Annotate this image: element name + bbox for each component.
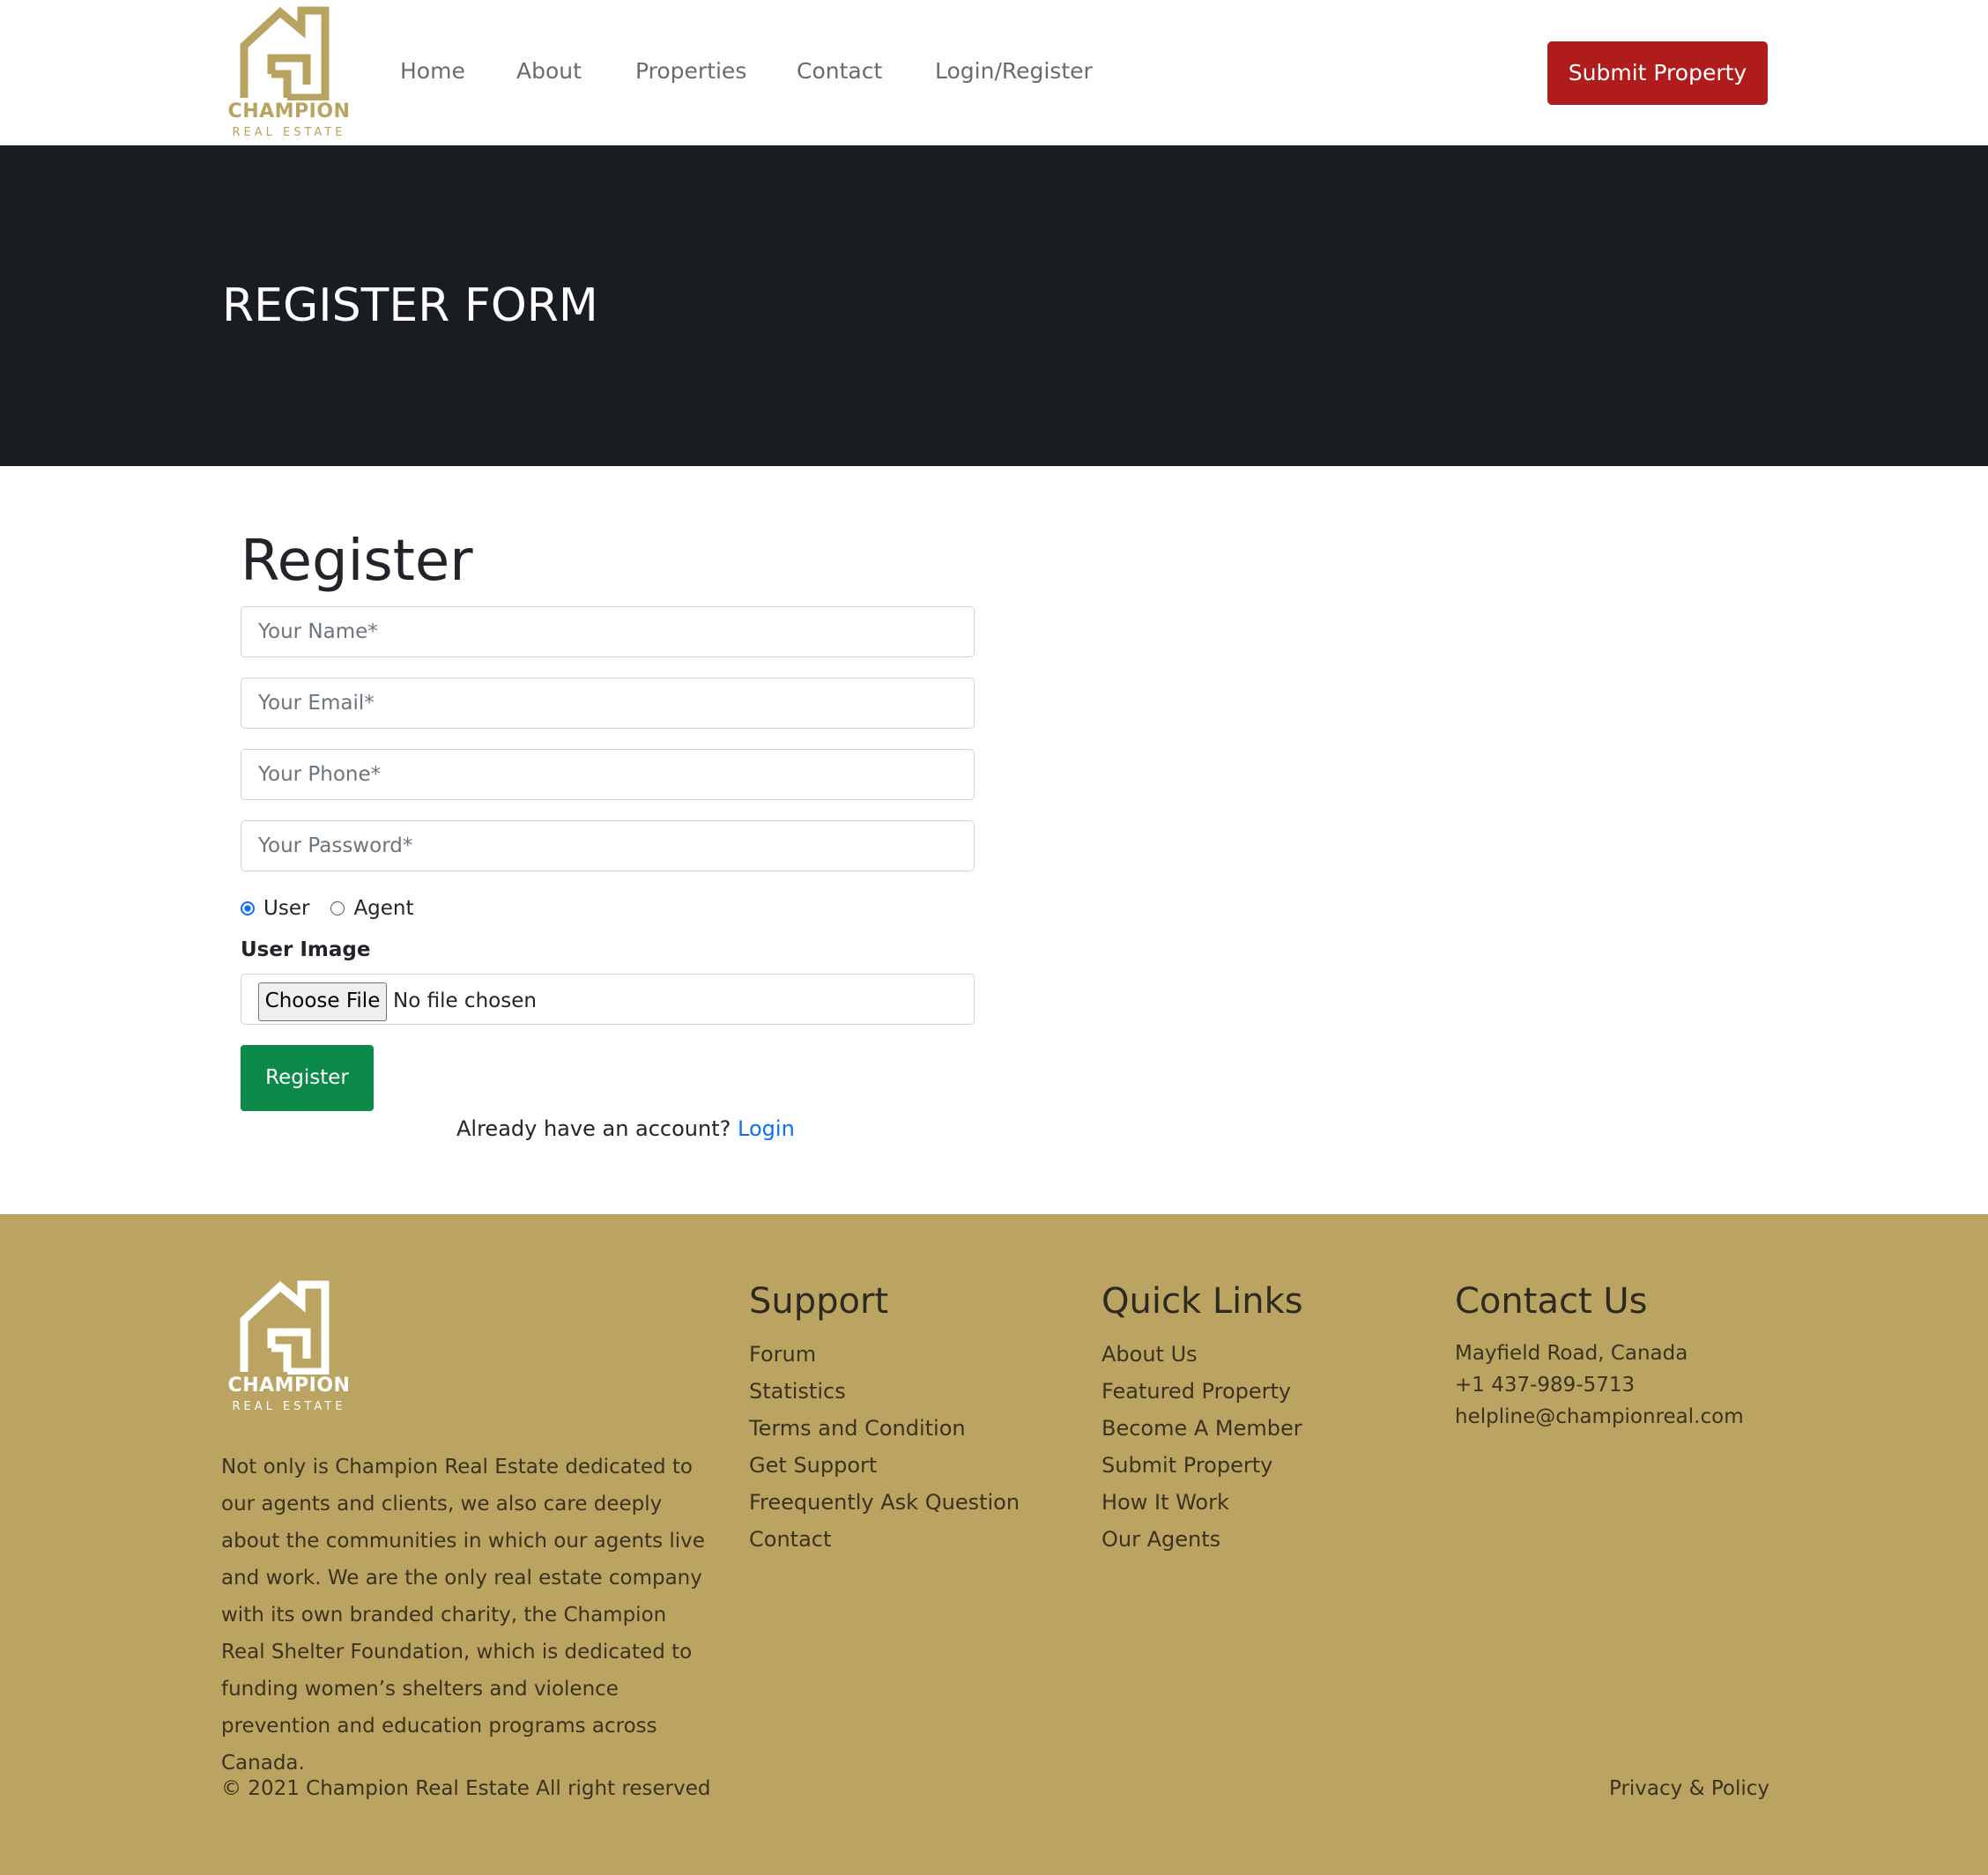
- register-heading: Register: [241, 529, 473, 594]
- support-link-contact[interactable]: Contact: [749, 1521, 831, 1558]
- name-input[interactable]: [241, 607, 974, 656]
- user-image-label: User Image: [241, 938, 371, 961]
- submit-property-button[interactable]: Submit Property: [1547, 41, 1768, 105]
- footer-about-text: Not only is Champion Real Estate dedicat…: [221, 1456, 705, 1775]
- register-button[interactable]: Register: [241, 1045, 374, 1111]
- brand-tagline: REAL ESTATE: [232, 126, 346, 139]
- footer-brand-tagline: REAL ESTATE: [232, 1400, 346, 1413]
- copyright-text: © 2021 Champion Real Estate All right re…: [221, 1777, 711, 1800]
- privacy-policy-link[interactable]: Privacy & Policy: [1609, 1774, 1769, 1804]
- nav-properties[interactable]: Properties: [635, 56, 746, 86]
- house-logo-icon: [240, 6, 330, 100]
- phone-field: [241, 749, 975, 800]
- phone-input[interactable]: [241, 750, 974, 799]
- email-input[interactable]: [241, 678, 974, 728]
- footer-logo[interactable]: CHAMPION REAL ESTATE: [227, 1278, 351, 1417]
- quick-links-heading: Quick Links: [1102, 1281, 1303, 1322]
- support-link-statistics[interactable]: Statistics: [749, 1373, 846, 1410]
- nav-about[interactable]: About: [516, 56, 582, 86]
- support-link-terms[interactable]: Terms and Condition: [749, 1410, 966, 1447]
- support-heading: Support: [749, 1281, 889, 1322]
- support-link-faq[interactable]: Freequently Ask Question: [749, 1484, 1020, 1521]
- brand-logo[interactable]: CHAMPION REAL ESTATE: [227, 4, 351, 143]
- login-link[interactable]: Login: [738, 1116, 795, 1141]
- quick-link-featured-property[interactable]: Featured Property: [1102, 1373, 1291, 1410]
- login-prompt-text: Already have an account?: [456, 1116, 731, 1141]
- quick-link-submit-property[interactable]: Submit Property: [1102, 1447, 1272, 1484]
- password-field: [241, 820, 975, 871]
- quick-link-how-it-work[interactable]: How It Work: [1102, 1484, 1229, 1521]
- contact-heading: Contact Us: [1455, 1281, 1648, 1322]
- choose-file-button[interactable]: Choose File: [258, 982, 387, 1021]
- contact-phone[interactable]: +1 437-989-5713: [1455, 1369, 1635, 1401]
- radio-agent[interactable]: [330, 901, 345, 915]
- password-input[interactable]: [241, 821, 974, 871]
- house-logo-icon: [240, 1280, 330, 1376]
- login-prompt: Already have an account? Login: [456, 1114, 795, 1144]
- footer-brand-name: CHAMPION: [227, 1375, 351, 1397]
- quick-link-become-member[interactable]: Become A Member: [1102, 1410, 1302, 1447]
- nav-login-register[interactable]: Login/Register: [935, 56, 1093, 86]
- role-radio-group: User Agent: [241, 893, 435, 924]
- support-link-get-support[interactable]: Get Support: [749, 1447, 877, 1484]
- email-field: [241, 678, 975, 729]
- page-title: REGISTER FORM: [222, 279, 598, 332]
- file-status-text: No file chosen: [393, 989, 537, 1012]
- brand-name: CHAMPION: [227, 100, 351, 122]
- name-field: [241, 606, 975, 657]
- quick-link-our-agents[interactable]: Our Agents: [1102, 1521, 1220, 1558]
- user-image-file-input: Choose File No file chosen: [241, 974, 975, 1025]
- radio-agent-label[interactable]: Agent: [353, 897, 413, 920]
- support-link-forum[interactable]: Forum: [749, 1336, 816, 1373]
- radio-user-label[interactable]: User: [263, 897, 309, 920]
- contact-email[interactable]: helpline@championreal.com: [1455, 1401, 1744, 1433]
- nav-contact[interactable]: Contact: [797, 56, 882, 86]
- quick-link-about-us[interactable]: About Us: [1102, 1336, 1198, 1373]
- contact-address: Mayfield Road, Canada: [1455, 1342, 1688, 1365]
- nav-home[interactable]: Home: [400, 56, 465, 86]
- radio-user[interactable]: [241, 901, 255, 915]
